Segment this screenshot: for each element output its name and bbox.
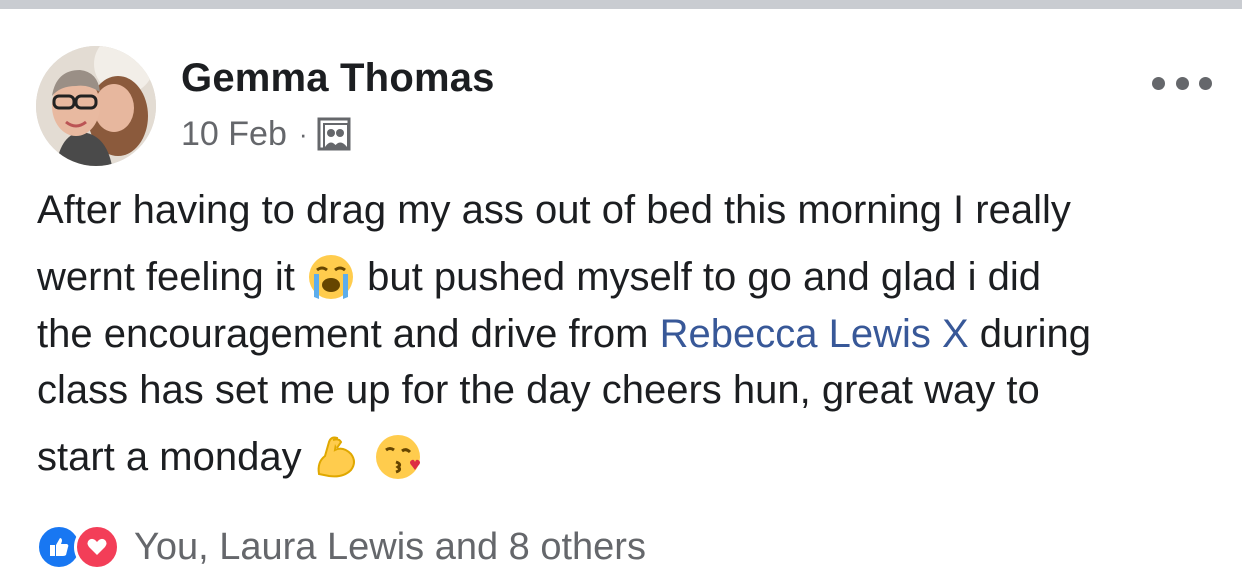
post-line: class has set me up for the day cheers h… <box>37 368 1040 412</box>
post-line: wernt feeling it but pushed myself to go… <box>37 252 1041 302</box>
mention-link[interactable]: Rebecca Lewis X <box>660 312 969 356</box>
face-blowing-kiss-icon <box>374 432 424 482</box>
love-icon <box>74 524 120 570</box>
author-name[interactable]: Gemma Thomas <box>181 56 495 101</box>
flexed-biceps-icon <box>313 432 363 482</box>
post-line: the encouragement and drive from Rebecca… <box>37 312 1091 356</box>
post-meta: 10 Feb · <box>181 114 351 154</box>
avatar[interactable] <box>36 46 156 166</box>
loudly-crying-face-icon <box>306 252 356 302</box>
meta-separator: · <box>298 118 308 149</box>
reactions-bar[interactable]: You, Laura Lewis and 8 others <box>36 524 646 570</box>
post-line: After having to drag my ass out of bed t… <box>37 188 1071 232</box>
top-divider <box>0 0 1242 9</box>
reactions-summary[interactable]: You, Laura Lewis and 8 others <box>134 526 646 569</box>
photo-album-icon <box>317 117 351 151</box>
more-dots-icon <box>1152 76 1165 90</box>
post-line: start a monday <box>37 432 424 482</box>
more-options-button[interactable] <box>1152 68 1212 98</box>
post-date[interactable]: 10 Feb <box>181 115 287 154</box>
